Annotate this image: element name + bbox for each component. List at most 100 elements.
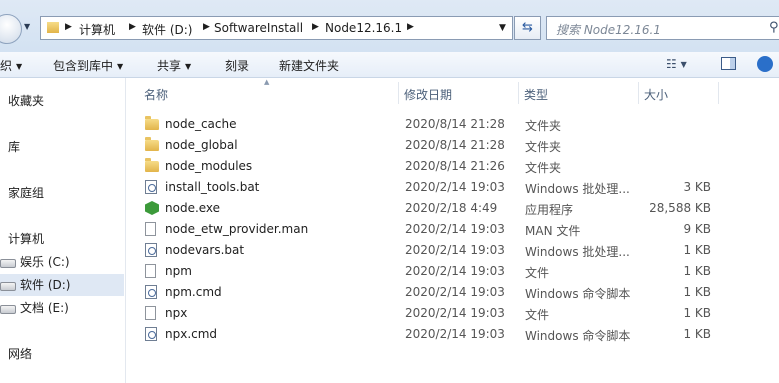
new-folder-button[interactable]: 新建文件夹 xyxy=(279,57,339,74)
file-row[interactable]: npx.cmd 2020/2/14 19:03 Windows 命令脚本 1 KB xyxy=(126,324,779,345)
address-bar-area: ▼ ▶ 计算机 ▶ 软件 (D:) ▶ SoftwareInstall ▶ No… xyxy=(0,0,779,52)
breadcrumb-softwareinstall[interactable]: SoftwareInstall xyxy=(214,21,303,35)
file-type: 应用程序 xyxy=(525,203,574,217)
batch-file-icon xyxy=(145,180,157,194)
chevron-down-icon: ▼ xyxy=(16,62,23,71)
file-name: npm.cmd xyxy=(165,285,222,299)
sidebar-item-libraries[interactable]: 库 xyxy=(0,136,124,158)
organize-label: 织 xyxy=(0,59,13,73)
help-icon[interactable] xyxy=(757,56,773,72)
file-icon xyxy=(145,306,156,320)
file-name: node.exe xyxy=(165,201,221,215)
column-divider[interactable] xyxy=(398,82,399,104)
file-row[interactable]: install_tools.bat 2020/2/14 19:03 Windows … xyxy=(126,177,779,198)
view-options-icon[interactable]: ☷ ▼ xyxy=(666,57,687,71)
file-row[interactable]: node.exe 2020/2/18 4:49 应用程序 28,588 KB xyxy=(126,198,779,219)
file-row[interactable]: nodevars.bat 2020/2/14 19:03 Windows 批处理..… xyxy=(126,240,779,261)
breadcrumb-drive-d[interactable]: 软件 (D:) xyxy=(142,21,192,38)
breadcrumb-separator-icon[interactable]: ▶ xyxy=(312,22,319,32)
folder-icon xyxy=(47,22,59,33)
command-toolbar: 织 ▼ 包含到库中 ▼ 共享 ▼ 刻录 新建文件夹 ☷ ▼ xyxy=(0,52,779,78)
breadcrumb-separator-icon[interactable]: ▶ xyxy=(65,22,72,32)
sidebar-item-label: 计算机 xyxy=(8,232,45,246)
file-modified-date: 2020/8/14 21:26 xyxy=(405,159,505,173)
chevron-down-icon: ▼ xyxy=(185,62,192,71)
file-row[interactable]: npx 2020/2/14 19:03 文件 1 KB xyxy=(126,303,779,324)
file-name: node_etw_provider.man xyxy=(165,222,309,236)
burn-button[interactable]: 刻录 xyxy=(225,57,249,74)
column-divider[interactable] xyxy=(518,82,519,104)
file-type: Windows 命令脚本 xyxy=(525,287,631,301)
file-row[interactable]: npm.cmd 2020/2/14 19:03 Windows 命令脚本 1 KB xyxy=(126,282,779,303)
file-type: 文件夹 xyxy=(525,140,562,154)
file-type: 文件 xyxy=(525,266,550,280)
breadcrumb-separator-icon[interactable]: ▶ xyxy=(203,22,210,32)
search-input[interactable]: 搜索 Node12.16.1 ⚲ xyxy=(546,16,779,40)
recent-pages-dropdown[interactable]: ▼ xyxy=(24,22,30,31)
share-label: 共享 xyxy=(157,59,182,73)
file-modified-date: 2020/2/14 19:03 xyxy=(405,222,505,236)
folder-icon xyxy=(145,116,159,130)
sidebar-item-drive-d[interactable]: 软件 (D:) xyxy=(0,274,124,296)
file-name: npx xyxy=(165,306,188,320)
sidebar-item-label: 娱乐 (C:) xyxy=(20,255,70,269)
breadcrumb-computer[interactable]: 计算机 xyxy=(79,21,115,38)
breadcrumb-node12[interactable]: Node12.16.1 xyxy=(325,21,402,35)
sidebar-item-label: 文档 (E:) xyxy=(20,301,69,315)
sidebar-item-drive-c[interactable]: 娱乐 (C:) xyxy=(0,251,124,273)
breadcrumb-separator-icon[interactable]: ▶ xyxy=(407,22,414,32)
sidebar-item-homegroup[interactable]: 家庭组 xyxy=(0,182,124,204)
column-header-date[interactable]: 修改日期 xyxy=(404,86,452,103)
file-row[interactable]: npm 2020/2/14 19:03 文件 1 KB xyxy=(126,261,779,282)
organize-button[interactable]: 织 ▼ xyxy=(0,57,22,74)
include-in-library-label: 包含到库中 xyxy=(53,59,114,73)
file-row[interactable]: node_etw_provider.man 2020/2/14 19:03 MAN … xyxy=(126,219,779,240)
breadcrumb-separator-icon[interactable]: ▶ xyxy=(129,22,136,32)
file-type: 文件夹 xyxy=(525,119,562,133)
file-name: node_global xyxy=(165,138,238,152)
address-history-dropdown-icon[interactable]: ▼ xyxy=(499,23,506,33)
file-row[interactable]: node_modules 2020/8/14 21:26 文件夹 xyxy=(126,156,779,177)
sort-ascending-icon: ▲ xyxy=(264,78,270,86)
file-name: node_cache xyxy=(165,117,237,131)
column-header-size[interactable]: 大小 xyxy=(644,86,668,103)
refresh-button[interactable]: ⇆ xyxy=(514,16,541,40)
file-type: MAN 文件 xyxy=(525,224,581,238)
sidebar-item-network[interactable]: 网络 xyxy=(0,343,124,365)
file-row[interactable]: node_global 2020/8/14 21:28 文件夹 xyxy=(126,135,779,156)
column-divider[interactable] xyxy=(718,82,719,104)
share-button[interactable]: 共享 ▼ xyxy=(157,57,191,74)
file-size: 3 KB xyxy=(683,180,711,194)
file-name: npm xyxy=(165,264,192,278)
sidebar-item-favorites[interactable]: 收藏夹 xyxy=(0,90,124,112)
file-modified-date: 2020/8/14 21:28 xyxy=(405,138,505,152)
file-row[interactable]: node_cache 2020/8/14 21:28 文件夹 xyxy=(126,114,779,135)
sidebar-item-drive-e[interactable]: 文档 (E:) xyxy=(0,297,124,319)
sidebar-item-computer[interactable]: 计算机 xyxy=(0,228,124,250)
file-modified-date: 2020/2/14 19:03 xyxy=(405,264,505,278)
column-divider[interactable] xyxy=(638,82,639,104)
preview-pane-icon[interactable] xyxy=(721,57,736,70)
file-icon xyxy=(145,222,156,236)
search-icon[interactable]: ⚲ xyxy=(769,20,779,35)
file-modified-date: 2020/2/14 19:03 xyxy=(405,180,505,194)
include-in-library-button[interactable]: 包含到库中 ▼ xyxy=(53,57,123,74)
address-box[interactable]: ▶ 计算机 ▶ 软件 (D:) ▶ SoftwareInstall ▶ Node… xyxy=(40,16,513,40)
file-type: Windows 批处理... xyxy=(525,245,630,259)
back-button[interactable] xyxy=(0,14,22,44)
batch-file-icon xyxy=(145,243,157,257)
file-size: 1 KB xyxy=(683,306,711,320)
node-exe-icon xyxy=(145,201,159,215)
file-name: node_modules xyxy=(165,159,253,173)
column-header-type[interactable]: 类型 xyxy=(524,86,548,103)
file-size: 1 KB xyxy=(683,327,711,341)
file-type: Windows 批处理... xyxy=(525,182,630,196)
column-header-name[interactable]: 名称 xyxy=(144,86,168,103)
file-list: ▲ 名称 修改日期 类型 大小 node_cache 2020/8/14 21:2… xyxy=(126,78,779,383)
sidebar-item-label: 收藏夹 xyxy=(8,94,45,108)
file-type: 文件夹 xyxy=(525,161,562,175)
file-icon xyxy=(145,264,156,278)
sidebar-item-label: 库 xyxy=(8,140,21,154)
file-modified-date: 2020/2/18 4:49 xyxy=(405,201,498,215)
folder-icon xyxy=(145,137,159,151)
